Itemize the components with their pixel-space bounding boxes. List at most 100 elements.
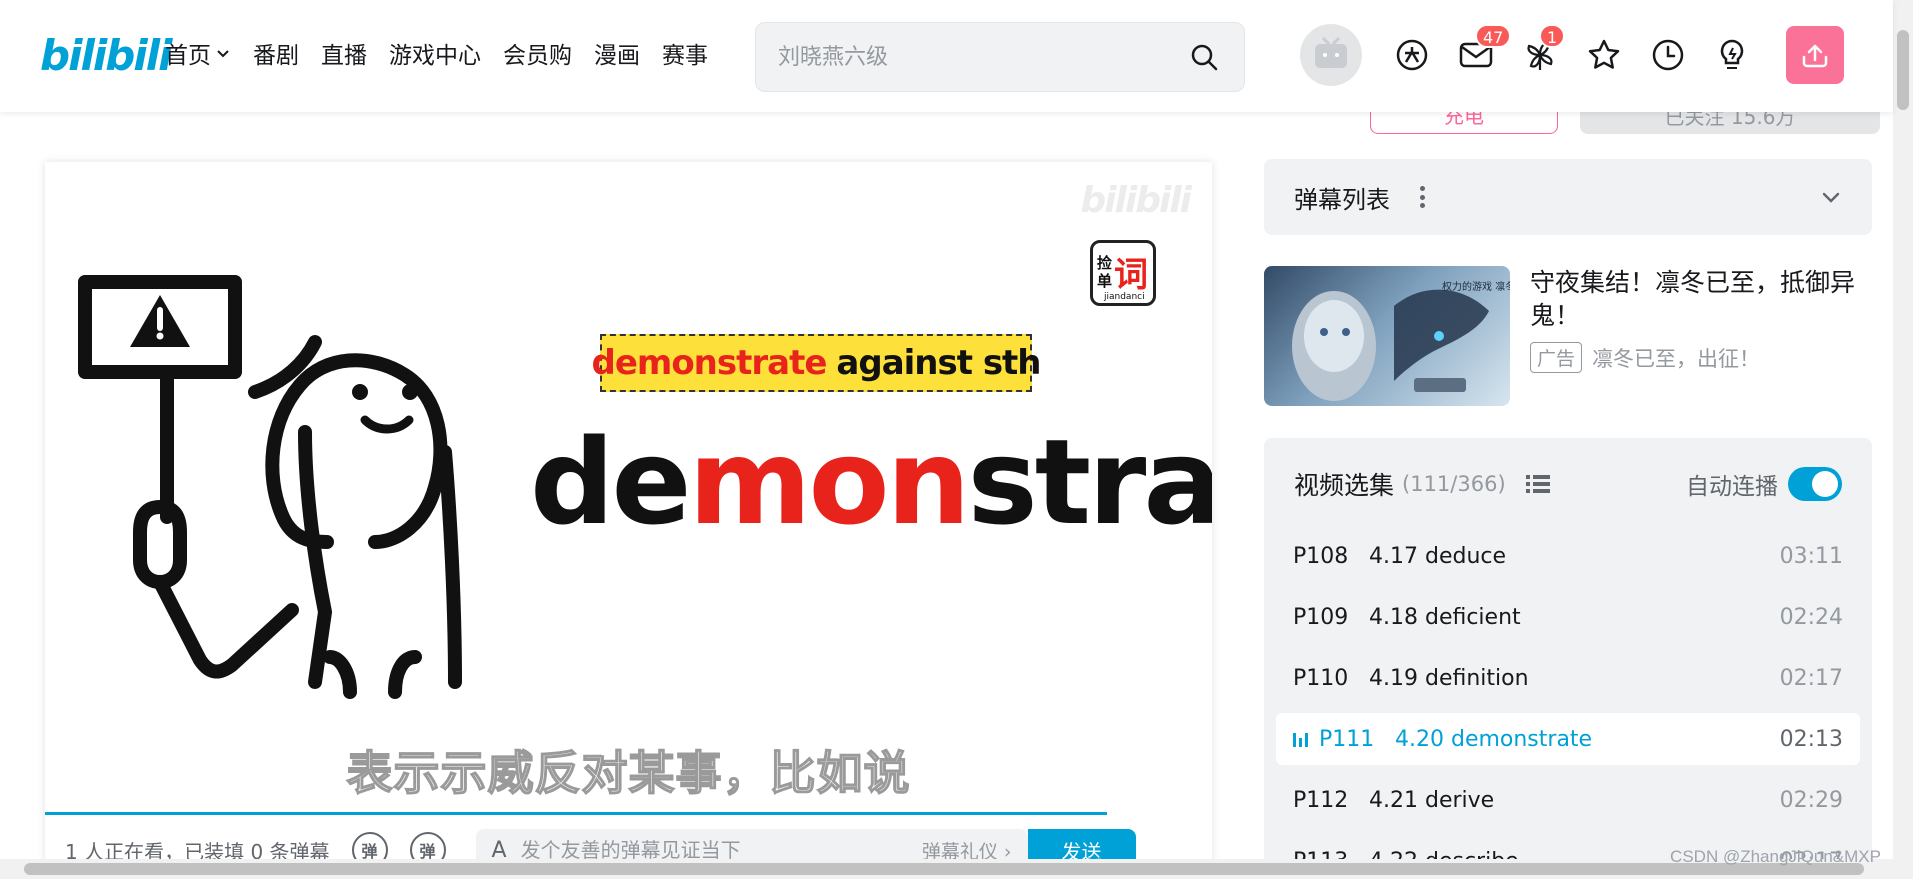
progress-fill (45, 812, 1107, 815)
ad-tag: 广告 (1530, 342, 1583, 373)
upload-button[interactable] (1786, 26, 1844, 84)
nav-esports[interactable]: 赛事 (662, 36, 708, 70)
dot (1419, 186, 1425, 191)
episode-title: 4.20 demonstrate (1395, 726, 1593, 752)
phrase-banner: demonstrate against sth (592, 334, 1042, 392)
phrase-keyword: demonstrate (591, 343, 828, 383)
danmaku-toggle-icon[interactable]: 弹 (351, 832, 388, 862)
nav-mall[interactable]: 会员购 (503, 36, 572, 70)
phrase-rest: against sth (836, 343, 1041, 383)
vertical-scrollbar[interactable] (1893, 0, 1913, 879)
bilibili-logo[interactable]: bilibili (40, 28, 173, 82)
now-playing-icon (1293, 731, 1309, 747)
progress-bar[interactable] (45, 812, 1212, 815)
send-danmaku-button[interactable]: 发送 (1027, 829, 1136, 862)
svg-text:单: 单 (1097, 272, 1112, 290)
episode-title: 4.18 deficient (1369, 604, 1521, 630)
vertical-scroll-thumb[interactable] (1897, 30, 1909, 110)
ad-info: 守夜集结！凛冬已至，抵御异鬼！ 广告 凛冬已至，出征！ (1530, 266, 1872, 406)
playlist-item[interactable]: P112 4.21 derive 02:29 (1276, 774, 1860, 826)
episode-duration: 02:13 (1779, 726, 1843, 752)
nav-home-label[interactable]: 首页 (165, 36, 211, 70)
nav-game-center[interactable]: 游戏中心 (389, 36, 481, 70)
dynamics-entry[interactable]: 1 (1521, 24, 1566, 76)
search-button[interactable] (1186, 39, 1222, 75)
headword-prefix: de (530, 413, 691, 551)
episode-duration: 02:17 (1779, 665, 1843, 691)
svg-text:词: 词 (1114, 255, 1148, 295)
headword-root: mon (688, 413, 971, 551)
nav-manga[interactable]: 漫画 (594, 36, 640, 70)
ad-thumbnail[interactable]: 权力的游戏 凛冬将至 (1264, 266, 1510, 406)
svg-text:捡: 捡 (1097, 254, 1112, 272)
danmaku-input-box: A 弹幕礼仪 › (475, 829, 1028, 862)
playlist-item[interactable]: P110 4.19 definition 02:17 (1276, 652, 1860, 704)
horizontal-scroll-thumb[interactable] (24, 863, 1864, 875)
player-watermark: bilibili (1080, 180, 1192, 221)
autoplay-label: 自动连播 (1686, 474, 1778, 500)
messages-badge: 47 (1475, 24, 1512, 48)
video-subtitle: 表示示威反对某事，比如说 (346, 745, 911, 801)
episode-title: 4.17 deduce (1369, 543, 1507, 569)
search-bar (755, 22, 1245, 92)
dot (1419, 203, 1425, 208)
danmaku-list-panel[interactable]: 弹幕列表 (1264, 159, 1872, 235)
horizontal-scrollbar[interactable] (0, 859, 1893, 879)
creation-entry[interactable] (1713, 34, 1751, 76)
protester-illustration (78, 275, 462, 699)
svg-text:权力的游戏 凛冬将至: 权力的游戏 凛冬将至 (1442, 280, 1510, 293)
history-entry[interactable] (1649, 34, 1687, 76)
chevron-down-icon[interactable] (1820, 186, 1842, 208)
danmaku-controls: 1 人正在看，已装填 0 条弹幕 弹 弹 A 弹幕礼仪 › 发送 (45, 829, 1212, 862)
playlist-item[interactable]: P109 4.18 deficient 02:24 (1276, 591, 1860, 643)
danmaku-list-title: 弹幕列表 (1294, 185, 1390, 214)
playlist-item-active[interactable]: P111 4.20 demonstrate 02:13 (1276, 713, 1860, 765)
episode-number: P112 (1293, 787, 1349, 813)
autoplay-control: 自动连播 (1686, 467, 1842, 501)
jiandanci-logo-graphic: 捡 单 词 jiandanci (1097, 254, 1148, 302)
search-input[interactable] (778, 44, 1186, 70)
star-icon[interactable] (1587, 38, 1621, 72)
nav-bangumi[interactable]: 番剧 (253, 36, 299, 70)
nav-live[interactable]: 直播 (321, 36, 367, 70)
top-header: bilibili 首页 番剧 直播 游戏中心 会员购 漫画 赛事 47 1 (0, 0, 1893, 112)
ad-title[interactable]: 守夜集结！凛冬已至，抵御异鬼！ (1530, 266, 1872, 332)
search-icon[interactable] (1189, 42, 1219, 72)
dot (1419, 194, 1425, 200)
messages-entry[interactable]: 47 (1457, 24, 1512, 76)
ad-subline: 广告 凛冬已至，出征！ (1530, 342, 1872, 373)
more-options-icon[interactable] (1412, 184, 1432, 210)
lightbulb-icon[interactable] (1715, 38, 1749, 72)
episode-number: P110 (1293, 665, 1349, 691)
episode-duration: 02:29 (1779, 787, 1843, 813)
favorites-entry[interactable] (1585, 34, 1623, 76)
tv-avatar-icon (1315, 36, 1347, 68)
playlist-item[interactable]: P108 4.17 deduce 03:11 (1276, 530, 1860, 582)
episode-title: 4.19 definition (1369, 665, 1529, 691)
svg-text:jiandanci: jiandanci (1103, 292, 1145, 302)
upload-icon[interactable] (1800, 40, 1830, 70)
list-view-icon[interactable] (1525, 474, 1550, 494)
ad-card[interactable]: 权力的游戏 凛冬将至 守夜集结！凛冬已至，抵御异鬼！ 广告 凛冬已至，出征！ (1264, 266, 1872, 406)
danmaku-settings-icon[interactable]: 弹 (409, 832, 446, 862)
autoplay-toggle[interactable] (1788, 467, 1842, 501)
dynamics-badge: 1 (1539, 24, 1566, 48)
playlist-title: 视频选集 (1294, 471, 1395, 500)
video-playlist: 视频选集 (111/366) 自动连播 P108 4.17 deduce 03:… (1264, 438, 1872, 879)
headword: demonstrate (530, 412, 1212, 554)
clock-icon[interactable] (1651, 38, 1685, 72)
logo-text[interactable]: bilibili (40, 31, 173, 80)
avatar[interactable] (1300, 24, 1362, 86)
main-nav: 首页 番剧 直播 游戏中心 会员购 漫画 赛事 (165, 36, 708, 70)
ad-thumbnail-art: 权力的游戏 凛冬将至 (1292, 280, 1510, 401)
vip-entry[interactable] (1393, 34, 1431, 76)
header-icons: 47 1 (1393, 24, 1751, 76)
headword-suffix: strate (967, 413, 1212, 551)
video-player[interactable]: bilibili 捡 单 词 jiandanci demonstrate aga… (45, 162, 1212, 862)
chevron-down-icon[interactable] (215, 45, 231, 61)
csdn-watermark: CSDN @ZhangJiQun&MXP (1670, 847, 1881, 866)
vip-icon[interactable] (1395, 38, 1429, 72)
jiandanci-logo: 捡 单 词 jiandanci (1090, 240, 1156, 306)
nav-home[interactable]: 首页 (165, 36, 231, 70)
episode-number: P111 (1319, 726, 1375, 752)
